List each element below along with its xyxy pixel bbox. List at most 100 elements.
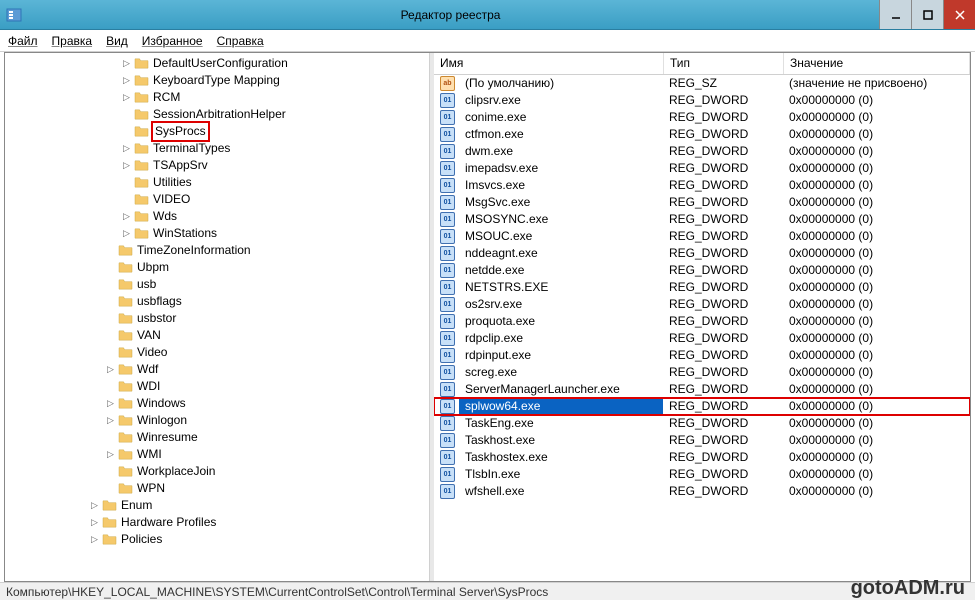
tree-item-workplacejoin[interactable]: WorkplaceJoin	[5, 463, 429, 480]
tree-item-wpn[interactable]: WPN	[5, 480, 429, 497]
list-row[interactable]: 01clipsrv.exeREG_DWORD0x00000000 (0)	[434, 92, 970, 109]
tree-item-wdi[interactable]: WDI	[5, 378, 429, 395]
close-button[interactable]	[943, 0, 975, 29]
value-data: 0x00000000 (0)	[783, 245, 970, 262]
list-row[interactable]: 01nddeagnt.exeREG_DWORD0x00000000 (0)	[434, 245, 970, 262]
tree-item-policies[interactable]: ▷Policies	[5, 531, 429, 548]
list-row[interactable]: 01ctfmon.exeREG_DWORD0x00000000 (0)	[434, 126, 970, 143]
tree-item-enum[interactable]: ▷ Enum	[5, 497, 429, 514]
expander-icon[interactable]: ▷	[89, 497, 100, 514]
reg-dword-icon: 01	[440, 161, 455, 176]
tree-item-wds[interactable]: ▷Wds	[5, 208, 429, 225]
col-header-value[interactable]: Значение	[784, 53, 970, 74]
tree-item-wmi[interactable]: ▷WMI	[5, 446, 429, 463]
tree-item-timezoneinformation[interactable]: TimeZoneInformation	[5, 242, 429, 259]
list-row[interactable]: 01splwow64.exeREG_DWORD0x00000000 (0)	[434, 398, 970, 415]
list-row[interactable]: 01TlsbIn.exeREG_DWORD0x00000000 (0)	[434, 466, 970, 483]
tree-item-tsappsrv[interactable]: ▷TSAppSrv	[5, 157, 429, 174]
list-row[interactable]: 01Taskhostex.exeREG_DWORD0x00000000 (0)	[434, 449, 970, 466]
value-type: REG_DWORD	[663, 92, 783, 109]
folder-icon	[134, 125, 149, 138]
expander-icon[interactable]: ▷	[105, 446, 116, 463]
tree-label: usbflags	[137, 293, 182, 310]
tree-item-wdf[interactable]: ▷Wdf	[5, 361, 429, 378]
menu-view[interactable]: Вид	[106, 34, 128, 48]
list-row[interactable]: 01rdpclip.exeREG_DWORD0x00000000 (0)	[434, 330, 970, 347]
value-type: REG_DWORD	[663, 381, 783, 398]
list-row[interactable]: 01TaskEng.exeREG_DWORD0x00000000 (0)	[434, 415, 970, 432]
maximize-button[interactable]	[911, 0, 943, 29]
expander-icon[interactable]: ▷	[121, 208, 132, 225]
tree-item-video[interactable]: VIDEO	[5, 191, 429, 208]
expander-icon[interactable]: ▷	[105, 361, 116, 378]
tree-item-usb[interactable]: usb	[5, 276, 429, 293]
tree-item-usbflags[interactable]: usbflags	[5, 293, 429, 310]
tree-pane[interactable]: ▷DefaultUserConfiguration▷KeyboardType M…	[5, 53, 430, 581]
minimize-button[interactable]	[879, 0, 911, 29]
list-row[interactable]: 01Imsvcs.exeREG_DWORD0x00000000 (0)	[434, 177, 970, 194]
tree-item-windows[interactable]: ▷Windows	[5, 395, 429, 412]
list-pane[interactable]: Имя Тип Значение ab(По умолчанию)REG_SZ(…	[434, 53, 970, 581]
list-row[interactable]: 01netdde.exeREG_DWORD0x00000000 (0)	[434, 262, 970, 279]
expander-icon[interactable]: ▷	[121, 89, 132, 106]
menu-favorites[interactable]: Избранное	[142, 34, 203, 48]
value-name: MsgSvc.exe	[459, 194, 663, 211]
tree-item-usbstor[interactable]: usbstor	[5, 310, 429, 327]
list-row[interactable]: 01rdpinput.exeREG_DWORD0x00000000 (0)	[434, 347, 970, 364]
tree-item-utilities[interactable]: Utilities	[5, 174, 429, 191]
tree-label: Ubpm	[137, 259, 169, 276]
list-row[interactable]: 01proquota.exeREG_DWORD0x00000000 (0)	[434, 313, 970, 330]
tree-item-sysprocs[interactable]: SysProcs	[5, 123, 429, 140]
tree-item-rcm[interactable]: ▷RCM	[5, 89, 429, 106]
tree-item-ubpm[interactable]: Ubpm	[5, 259, 429, 276]
menu-edit[interactable]: Правка	[52, 34, 93, 48]
list-row[interactable]: 01wfshell.exeREG_DWORD0x00000000 (0)	[434, 483, 970, 500]
tree-item-hardware-profiles[interactable]: ▷Hardware Profiles	[5, 514, 429, 531]
list-row[interactable]: 01screg.exeREG_DWORD0x00000000 (0)	[434, 364, 970, 381]
col-header-type[interactable]: Тип	[664, 53, 784, 74]
tree-item-terminaltypes[interactable]: ▷TerminalTypes	[5, 140, 429, 157]
tree-item-video[interactable]: Video	[5, 344, 429, 361]
value-name: MSOSYNC.exe	[459, 211, 663, 228]
expander-icon[interactable]: ▷	[105, 412, 116, 429]
expander-icon[interactable]: ▷	[121, 157, 132, 174]
list-row[interactable]: 01Taskhost.exeREG_DWORD0x00000000 (0)	[434, 432, 970, 449]
value-data: 0x00000000 (0)	[783, 262, 970, 279]
tree-item-defaultuserconfiguration[interactable]: ▷DefaultUserConfiguration	[5, 55, 429, 72]
tree-item-winresume[interactable]: Winresume	[5, 429, 429, 446]
menu-help[interactable]: Справка	[217, 34, 264, 48]
value-name: imepadsv.exe	[459, 160, 663, 177]
col-header-name[interactable]: Имя	[434, 53, 664, 74]
tree-label: Enum	[121, 497, 152, 514]
list-row[interactable]: 01MsgSvc.exeREG_DWORD0x00000000 (0)	[434, 194, 970, 211]
tree-label: WorkplaceJoin	[137, 463, 215, 480]
list-row[interactable]: 01NETSTRS.EXEREG_DWORD0x00000000 (0)	[434, 279, 970, 296]
list-row[interactable]: 01MSOUC.exeREG_DWORD0x00000000 (0)	[434, 228, 970, 245]
value-type: REG_DWORD	[663, 296, 783, 313]
reg-dword-icon: 01	[440, 280, 455, 295]
expander-icon[interactable]: ▷	[121, 140, 132, 157]
value-type: REG_DWORD	[663, 449, 783, 466]
list-row[interactable]: 01ServerManagerLauncher.exeREG_DWORD0x00…	[434, 381, 970, 398]
list-row[interactable]: 01conime.exeREG_DWORD0x00000000 (0)	[434, 109, 970, 126]
tree-item-van[interactable]: VAN	[5, 327, 429, 344]
list-row[interactable]: 01os2srv.exeREG_DWORD0x00000000 (0)	[434, 296, 970, 313]
value-name: NETSTRS.EXE	[459, 279, 663, 296]
expander-icon[interactable]: ▷	[121, 55, 132, 72]
list-row[interactable]: 01imepadsv.exeREG_DWORD0x00000000 (0)	[434, 160, 970, 177]
tree-item-sessionarbitrationhelper[interactable]: SessionArbitrationHelper	[5, 106, 429, 123]
expander-icon[interactable]: ▷	[89, 514, 100, 531]
list-row[interactable]: 01dwm.exeREG_DWORD0x00000000 (0)	[434, 143, 970, 160]
tree-item-winstations[interactable]: ▷WinStations	[5, 225, 429, 242]
tree-item-keyboardtype-mapping[interactable]: ▷KeyboardType Mapping	[5, 72, 429, 89]
list-row[interactable]: 01MSOSYNC.exeREG_DWORD0x00000000 (0)	[434, 211, 970, 228]
expander-icon[interactable]: ▷	[105, 395, 116, 412]
list-header: Имя Тип Значение	[434, 53, 970, 75]
expander-icon[interactable]: ▷	[89, 531, 100, 548]
folder-icon	[118, 244, 133, 257]
expander-icon[interactable]: ▷	[121, 72, 132, 89]
expander-icon[interactable]: ▷	[121, 225, 132, 242]
list-row[interactable]: ab(По умолчанию)REG_SZ(значение не присв…	[434, 75, 970, 92]
menu-file[interactable]: Файл	[8, 34, 38, 48]
tree-item-winlogon[interactable]: ▷Winlogon	[5, 412, 429, 429]
